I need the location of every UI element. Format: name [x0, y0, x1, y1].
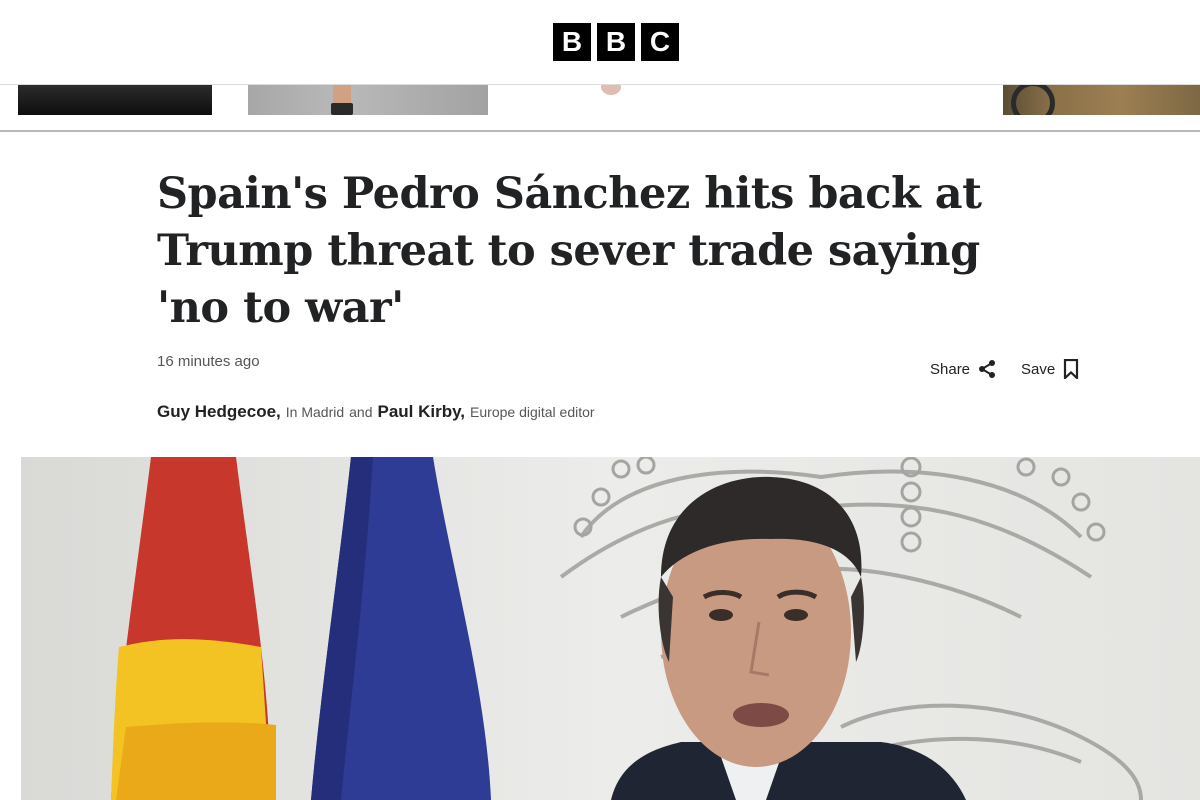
byline: Guy Hedgecoe, In Madrid and Paul Kirby, … [157, 402, 595, 422]
author-1-location: In Madrid [285, 404, 345, 420]
hero-image-illustration [21, 457, 1200, 800]
logo-letter-1: B [553, 23, 591, 61]
share-icon [979, 360, 996, 378]
share-button[interactable]: Share [930, 359, 996, 379]
hero-image[interactable] [21, 457, 1200, 800]
related-thumbnails-strip [0, 85, 1200, 115]
thumbnail-2[interactable] [248, 85, 488, 115]
header-divider [0, 130, 1200, 132]
logo-letter-3: C [641, 23, 679, 61]
share-label: Share [930, 360, 971, 378]
save-label: Save [1021, 360, 1056, 378]
bookmark-icon [1064, 359, 1079, 379]
logo-letter-2: B [597, 23, 635, 61]
thumbnail-3[interactable] [595, 85, 629, 115]
author-2-role: Europe digital editor [470, 404, 595, 420]
article-timestamp: 16 minutes ago [157, 353, 260, 370]
top-bar: B B C [0, 0, 1200, 85]
byline-conjunction: and [349, 404, 373, 420]
author-1-name[interactable]: Guy Hedgecoe, [157, 402, 281, 422]
bbc-logo[interactable]: B B C [553, 23, 679, 61]
thumbnail-2-shoe [331, 103, 353, 115]
save-button[interactable]: Save [1021, 359, 1079, 379]
article-actions: Share Save [930, 359, 1079, 379]
author-2-name[interactable]: Paul Kirby, [377, 402, 465, 422]
thumbnail-4[interactable] [1003, 85, 1200, 115]
thumbnail-1[interactable] [18, 85, 212, 115]
article-headline: Spain's Pedro Sánchez hits back at Trump… [157, 169, 982, 333]
thumbnail-3-detail [601, 85, 621, 95]
thumbnail-4-wheel [1011, 85, 1055, 115]
